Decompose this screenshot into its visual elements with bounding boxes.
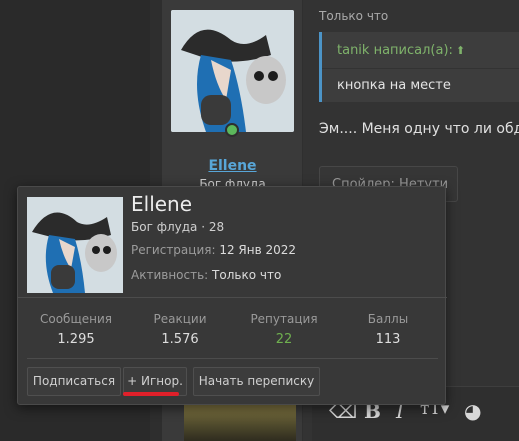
stats-row: Сообщения 1.295 Реакции 1.576 Репутация … [18, 297, 447, 359]
quote-text: кнопка на месте [337, 78, 451, 93]
activity-value[interactable]: Только что [212, 268, 281, 282]
quote-author[interactable]: tanik написал(а): [337, 43, 453, 58]
quote-header[interactable]: tanik написал(а): ⬆ [322, 32, 519, 69]
go-to-quote-icon[interactable]: ⬆ [456, 44, 465, 57]
activity-row: Активность: Только что [131, 268, 281, 282]
popup-avatar[interactable] [27, 197, 123, 293]
stat-reactions[interactable]: Реакции 1.576 [130, 312, 230, 347]
popup-user-title: Бог флуда · 28 [131, 220, 225, 234]
message-text: Эм.... Меня одну что ли обдел [319, 121, 519, 137]
post-avatar[interactable] [171, 10, 294, 132]
red-underline-annotation [123, 392, 179, 396]
registration-value: 12 Янв 2022 [219, 243, 297, 257]
post-username[interactable]: Ellene [162, 158, 303, 174]
member-tooltip: Ellene Бог флуда · 28 Регистрация: 12 Ян… [17, 186, 447, 405]
stat-label: Реакции [153, 312, 207, 326]
stat-points[interactable]: Баллы 113 [338, 312, 438, 347]
activity-label: Активность: [131, 268, 209, 282]
online-status-icon [225, 123, 239, 137]
stat-label: Сообщения [39, 312, 112, 326]
quote-block: tanik написал(а): ⬆ кнопка на месте [319, 32, 519, 102]
stat-messages[interactable]: Сообщения 1.295 [26, 312, 126, 347]
avatar-art [171, 10, 294, 132]
palette-icon[interactable]: ◕ [464, 399, 481, 423]
next-post-avatar[interactable] [184, 401, 296, 441]
divider [27, 358, 438, 359]
popup-avatar-art [27, 197, 123, 293]
stat-reputation[interactable]: Репутация 22 [234, 312, 334, 347]
registration-row: Регистрация: 12 Янв 2022 [131, 243, 296, 257]
start-conversation-button[interactable]: Начать переписку [193, 367, 320, 396]
stat-value: 1.576 [161, 332, 199, 347]
stat-label: Баллы [367, 312, 409, 326]
stat-label: Репутация [250, 312, 318, 326]
follow-button[interactable]: Подписаться [27, 367, 121, 396]
post-timestamp[interactable]: Только что [319, 9, 388, 23]
stat-value: 113 [375, 332, 401, 347]
registration-label: Регистрация: [131, 243, 216, 257]
popup-username[interactable]: Ellene [131, 192, 192, 216]
stat-value: 22 [275, 332, 293, 347]
stat-value: 1.295 [57, 332, 95, 347]
